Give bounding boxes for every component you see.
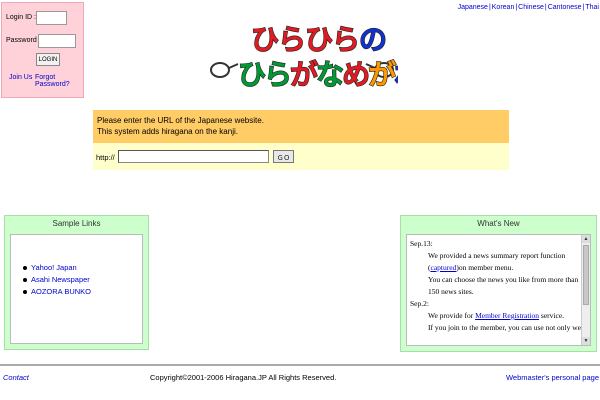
scroll-down-icon[interactable]: ▼	[582, 337, 590, 345]
svg-text:ひらがなめがね: ひらがなめがね	[238, 58, 398, 90]
url-form: http:// ＧＯ	[93, 143, 509, 170]
join-us-link[interactable]: Join Us	[9, 74, 32, 81]
sample-link-aozora[interactable]: AOZORA BUNKO	[31, 287, 91, 296]
webmaster-link[interactable]: Webmaster's personal page	[506, 373, 599, 382]
instruction-line-1: Please enter the URL of the Japanese web…	[97, 116, 264, 125]
url-instructions: Please enter the URL of the Japanese web…	[93, 110, 509, 143]
member-registration-link[interactable]: Member Registration	[475, 311, 539, 320]
lang-thai-link[interactable]: Thai	[585, 4, 599, 11]
login-button[interactable]: LOGIN	[36, 53, 60, 66]
login-box: Login ID : Password : LOGIN Join Us Forg…	[1, 2, 84, 98]
language-links: Japanese|Korean|Chinese|Cantonese|Thai	[457, 4, 599, 11]
sample-links-box: Sample Links Yahoo! Japan Asahi Newspape…	[4, 215, 149, 350]
svg-text:ひらひらの: ひらひらの	[251, 23, 386, 56]
list-item: AOZORA BUNKO	[22, 286, 91, 298]
logo-graphic: ひらひらの ひらがなめがね	[210, 22, 425, 92]
login-id-label: Login ID :	[6, 14, 36, 21]
sample-links-title: Sample Links	[52, 219, 101, 228]
whats-new-panel[interactable]: Sep.13: We provided a news summary repor…	[406, 234, 591, 346]
news-date: Sep.2:	[410, 299, 429, 308]
footer-divider	[0, 364, 600, 366]
news-date: Sep.13:	[410, 239, 433, 248]
list-item: Yahoo! Japan	[22, 262, 91, 274]
sample-links-list: Yahoo! Japan Asahi Newspaper AOZORA BUNK…	[22, 262, 91, 298]
password-label: Password :	[6, 37, 41, 44]
news-paragraph: If you join to the member, you can use n…	[428, 323, 585, 332]
lang-korean-link[interactable]: Korean	[492, 4, 515, 11]
captured-link[interactable]: captured	[431, 263, 457, 272]
news-paragraph: We provide for Member Registration servi…	[428, 311, 565, 320]
site-logo: ひらひらの ひらがなめがね	[206, 18, 425, 92]
lang-cantonese-link[interactable]: Cantonese	[548, 4, 582, 11]
contact-link[interactable]: Contact	[3, 373, 29, 382]
copyright-text: Copyright©2001-2006 Hiragana.JP All Righ…	[150, 373, 337, 382]
lang-chinese-link[interactable]: Chinese	[518, 4, 544, 11]
url-input[interactable]	[118, 150, 269, 163]
go-button[interactable]: ＧＯ	[273, 150, 294, 163]
login-id-input[interactable]	[36, 11, 67, 25]
scroll-up-icon[interactable]: ▲	[582, 235, 590, 243]
news-paragraph: You can choose the news you like from mo…	[428, 275, 579, 296]
news-paragraph: We provided a news summary report functi…	[428, 251, 566, 272]
sample-link-asahi[interactable]: Asahi Newspaper	[31, 275, 90, 284]
instruction-line-2: This system adds hiragana on the kanji.	[97, 127, 238, 136]
sample-links-panel: Yahoo! Japan Asahi Newspaper AOZORA BUNK…	[10, 234, 143, 344]
password-input[interactable]	[38, 34, 76, 48]
list-item: Asahi Newspaper	[22, 274, 91, 286]
whats-new-box: What's New Sep.13: We provided a news su…	[400, 215, 597, 352]
http-label: http://	[96, 153, 115, 162]
sample-link-yahoo[interactable]: Yahoo! Japan	[31, 263, 77, 272]
news-scrollbar[interactable]: ▲ ▼	[581, 235, 590, 345]
news-content: Sep.13: We provided a news summary repor…	[410, 238, 585, 334]
scroll-thumb[interactable]	[583, 245, 589, 305]
lang-japanese-link[interactable]: Japanese	[458, 4, 488, 11]
whats-new-title: What's New	[477, 219, 520, 228]
forgot-password-link[interactable]: Forgot Password?	[35, 74, 83, 88]
